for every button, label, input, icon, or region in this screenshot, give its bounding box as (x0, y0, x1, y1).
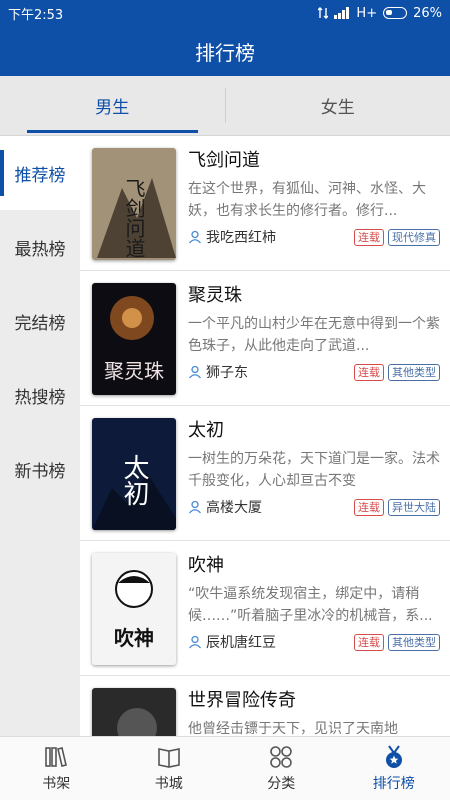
category-badge: 异世大陆 (388, 498, 440, 516)
book-author: 高楼大厦 (188, 497, 350, 517)
book-item[interactable]: 聚灵珠 聚灵珠 一个平凡的山村少年在无意中得到一个紫色珠子，从此他走向了武道..… (80, 271, 450, 406)
nav-bookstore[interactable]: 书城 (113, 737, 226, 800)
nav-label: 书城 (154, 776, 183, 792)
bottom-navigation: 书架 书城 分类 排行榜 (0, 736, 450, 800)
tab-female[interactable]: 女生 (226, 76, 450, 135)
book-cover (92, 688, 176, 736)
ranking-medal-icon (385, 745, 402, 768)
status-badge: 连载 (354, 228, 384, 246)
book-open-icon (157, 748, 180, 768)
page-title: 排行榜 (195, 40, 255, 65)
author-name: 我吃西红柿 (206, 230, 276, 246)
book-cover: 飞剑问道 (92, 148, 176, 260)
author-name: 高楼大厦 (206, 500, 262, 516)
book-title: 飞剑问道 (188, 150, 260, 171)
user-icon (189, 635, 201, 649)
category-badge: 其他类型 (388, 633, 440, 651)
book-title: 世界冒险传奇 (188, 690, 296, 711)
book-cover: 聚灵珠 (92, 283, 176, 395)
cover-text: 飞剑问道 (122, 178, 146, 258)
book-cover: 吹神 (92, 553, 176, 665)
book-item[interactable]: 吹神 吹神 “吹牛逼系统发现宿主，绑定中，请稍候……”听着脑子里冰冷的机械音，系… (80, 541, 450, 676)
book-list: 飞剑问道 飞剑问道 在这个世界，有狐仙、河神、水怪、大妖，也有求长生的修行者。修… (80, 136, 450, 736)
author-name: 狮子东 (206, 365, 248, 381)
status-bar: 下午2:53 H+ 26% (0, 0, 450, 26)
status-badge: 连载 (354, 363, 384, 381)
battery-percent: 26% (413, 5, 442, 21)
sidebar-item-completed[interactable]: 完结榜 (0, 284, 80, 358)
book-description: 一个平凡的山村少年在无意中得到一个紫色珠子，从此他走向了武道... (188, 316, 440, 354)
book-author: 我吃西红柿 (188, 227, 350, 247)
book-item[interactable]: 飞剑问道 飞剑问道 在这个世界，有狐仙、河神、水怪、大妖，也有求长生的修行者。修… (80, 136, 450, 271)
book-title: 吹神 (188, 555, 224, 576)
bookshelf-icon (45, 747, 68, 767)
book-description: “吹牛逼系统发现宿主，绑定中，请稍候……”听着脑子里冰冷的机械音，系... (188, 586, 433, 624)
gender-tabs: 男生 女生 (0, 76, 450, 136)
sidebar-item-recommended[interactable]: 推荐榜 (0, 136, 80, 210)
nav-label: 排行榜 (372, 776, 415, 792)
app-bar: 排行榜 (0, 26, 450, 76)
nav-bookshelf[interactable]: 书架 (0, 737, 113, 800)
tab-male[interactable]: 男生 (0, 76, 225, 135)
cover-text: 聚灵珠 (104, 359, 164, 383)
signal-icon (334, 7, 350, 19)
data-transfer-icon (318, 7, 329, 19)
network-type: H+ (356, 5, 378, 21)
book-author: 辰机唐红豆 (188, 632, 350, 652)
nav-category[interactable]: 分类 (225, 737, 338, 800)
user-icon (189, 500, 201, 514)
category-badge: 现代修真 (388, 228, 440, 246)
book-description: 一树生的万朵花，天下道门是一家。法术千般变化，人心却亘古不变 (188, 451, 440, 489)
category-grid-icon (270, 746, 293, 768)
book-item[interactable]: 太初 太初 一树生的万朵花，天下道门是一家。法术千般变化，人心却亘古不变 高楼大… (80, 406, 450, 541)
nav-ranking[interactable]: 排行榜 (338, 737, 450, 800)
status-indicators: H+ 26% (318, 6, 442, 21)
sidebar-item-hottest[interactable]: 最热榜 (0, 210, 80, 284)
book-title: 太初 (188, 420, 224, 441)
status-badge: 连载 (354, 633, 384, 651)
sidebar-item-hot-search[interactable]: 热搜榜 (0, 358, 80, 432)
sidebar-item-new-books[interactable]: 新书榜 (0, 432, 80, 506)
status-badge: 连载 (354, 498, 384, 516)
book-description: 在这个世界，有狐仙、河神、水怪、大妖，也有求长生的修行者。修行... (188, 181, 426, 219)
ranking-sidebar: 推荐榜 最热榜 完结榜 热搜榜 新书榜 (0, 136, 80, 736)
book-description: 他曾经击镖于天下，见识了天南地 (188, 721, 398, 736)
battery-icon (383, 7, 408, 19)
status-time: 下午2:53 (8, 7, 64, 23)
book-item[interactable]: 世界冒险传奇 他曾经击镖于天下，见识了天南地 (80, 676, 450, 736)
author-name: 辰机唐红豆 (206, 635, 276, 651)
user-icon (189, 230, 201, 244)
category-badge: 其他类型 (388, 363, 440, 381)
user-icon (189, 365, 201, 379)
cover-text: 太初 (119, 454, 149, 506)
book-author: 狮子东 (188, 362, 350, 382)
nav-label: 分类 (267, 776, 296, 792)
book-title: 聚灵珠 (188, 285, 242, 306)
book-cover: 太初 (92, 418, 176, 530)
cover-text: 吹神 (114, 626, 154, 650)
nav-label: 书架 (42, 776, 71, 792)
